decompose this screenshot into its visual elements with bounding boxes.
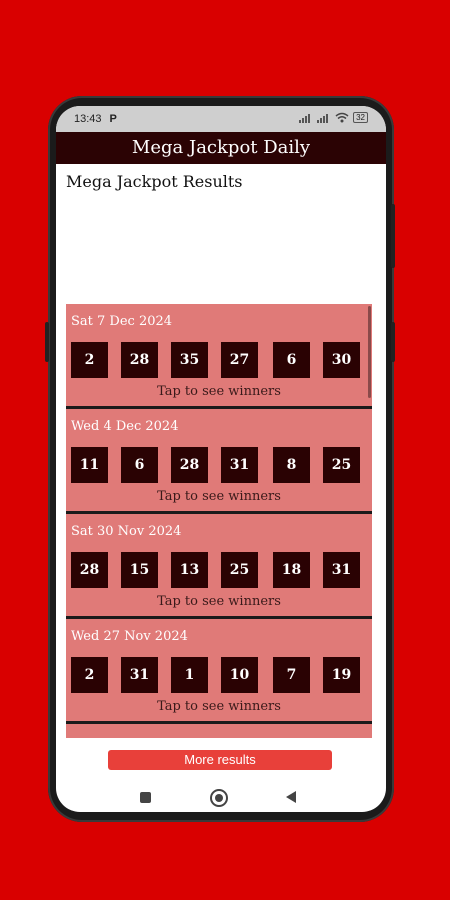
tap-to-see-winners[interactable]: Tap to see winners xyxy=(66,594,372,609)
result-card[interactable]: Sat 7 Dec 2024 2 28 35 27 6 30 Tap to se… xyxy=(66,304,372,409)
draw-date: Wed 4 Dec 2024 xyxy=(71,419,179,434)
number-ball: 2 xyxy=(71,342,108,378)
result-card-partial[interactable] xyxy=(66,724,372,738)
result-card[interactable]: Sat 30 Nov 2024 28 15 13 25 18 31 Tap to… xyxy=(66,514,372,619)
page-title: Mega Jackpot Results xyxy=(66,172,243,191)
draw-date: Sat 7 Dec 2024 xyxy=(71,314,173,329)
number-ball: 6 xyxy=(121,447,158,483)
ball-row: 28 15 13 25 18 31 xyxy=(71,552,371,590)
tap-to-see-winners[interactable]: Tap to see winners xyxy=(66,699,372,714)
number-ball: 31 xyxy=(121,657,158,693)
wifi-icon xyxy=(335,112,349,123)
recents-icon[interactable] xyxy=(140,792,151,803)
number-ball: 35 xyxy=(171,342,208,378)
more-results-button[interactable]: More results xyxy=(108,750,332,770)
number-ball: 28 xyxy=(171,447,208,483)
number-ball: 18 xyxy=(273,552,310,588)
result-card[interactable]: Wed 27 Nov 2024 2 31 1 10 7 19 Tap to se… xyxy=(66,619,372,724)
number-ball: 31 xyxy=(221,447,258,483)
number-ball: 15 xyxy=(121,552,158,588)
status-icons: 32 xyxy=(299,112,368,123)
status-time: 13:43 xyxy=(74,113,102,125)
number-ball: 28 xyxy=(121,342,158,378)
number-ball: 25 xyxy=(221,552,258,588)
ball-row: 2 28 35 27 6 30 xyxy=(71,342,371,380)
signal-icon-2 xyxy=(317,113,329,123)
signal-icon xyxy=(299,113,311,123)
number-ball: 1 xyxy=(171,657,208,693)
system-nav-bar xyxy=(56,778,386,812)
volume-button xyxy=(45,322,49,362)
number-ball: 11 xyxy=(71,447,108,483)
results-list[interactable]: Sat 7 Dec 2024 2 28 35 27 6 30 Tap to se… xyxy=(66,304,372,738)
home-icon[interactable] xyxy=(210,789,228,807)
result-card[interactable]: Wed 4 Dec 2024 11 6 28 31 8 25 Tap to se… xyxy=(66,409,372,514)
draw-date: Sat 30 Nov 2024 xyxy=(71,524,182,539)
back-icon[interactable] xyxy=(286,791,296,803)
ball-row: 11 6 28 31 8 25 xyxy=(71,447,371,485)
tap-to-see-winners[interactable]: Tap to see winners xyxy=(66,489,372,504)
number-ball: 7 xyxy=(273,657,310,693)
number-ball: 31 xyxy=(323,552,360,588)
draw-date: Wed 27 Nov 2024 xyxy=(71,629,188,644)
number-ball: 13 xyxy=(171,552,208,588)
battery-icon: 32 xyxy=(353,112,368,123)
number-ball: 28 xyxy=(71,552,108,588)
number-ball: 30 xyxy=(323,342,360,378)
number-ball: 25 xyxy=(323,447,360,483)
side-button xyxy=(391,322,395,362)
number-ball: 19 xyxy=(323,657,360,693)
number-ball: 6 xyxy=(273,342,310,378)
number-ball: 27 xyxy=(221,342,258,378)
phone-frame: 13:43 P 32 Mega Jackpot Daily Mega Jackp… xyxy=(45,96,395,822)
status-bar: 13:43 P 32 xyxy=(56,106,386,132)
status-indicator: P xyxy=(109,113,117,125)
power-button xyxy=(391,204,395,268)
number-ball: 8 xyxy=(273,447,310,483)
number-ball: 10 xyxy=(221,657,258,693)
tap-to-see-winners[interactable]: Tap to see winners xyxy=(66,384,372,399)
phone-screen: 13:43 P 32 Mega Jackpot Daily Mega Jackp… xyxy=(56,106,386,812)
scrollbar[interactable] xyxy=(368,306,371,398)
number-ball: 2 xyxy=(71,657,108,693)
app-bar-title: Mega Jackpot Daily xyxy=(56,132,386,164)
ball-row: 2 31 1 10 7 19 xyxy=(71,657,371,695)
